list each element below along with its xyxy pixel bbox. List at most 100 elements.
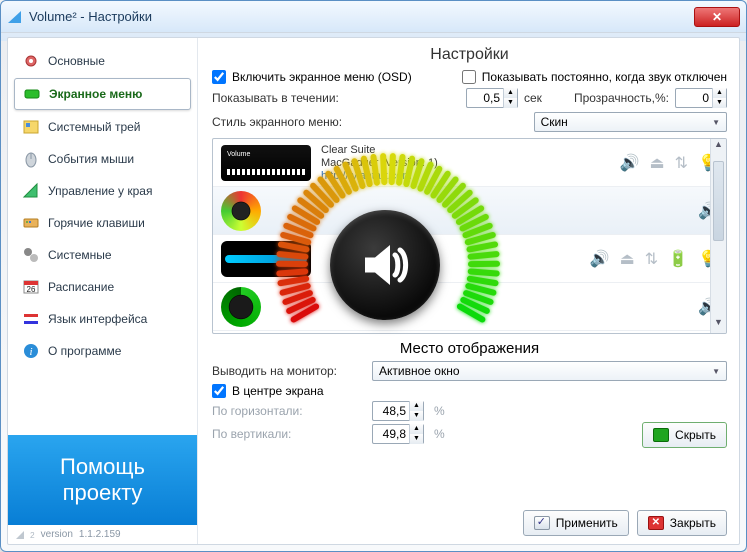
version-number: 1.1.2.159: [79, 529, 121, 540]
spin-down-icon[interactable]: ▼: [409, 434, 423, 444]
donate-label: Помощь проекту: [60, 454, 145, 507]
transparency-label: Прозрачность,%:: [574, 91, 669, 105]
sidebar-item-system[interactable]: Системные: [14, 240, 191, 270]
horiz-spinner[interactable]: ▲▼: [372, 401, 424, 421]
spin-up-icon[interactable]: ▲: [409, 401, 423, 411]
sidebar-item-language[interactable]: Язык интерфейса: [14, 304, 191, 334]
spin-down-icon[interactable]: ▼: [503, 98, 517, 108]
spin-up-icon[interactable]: ▲: [409, 424, 423, 434]
usb-icon: ⇅: [645, 249, 658, 269]
hide-icon: [653, 428, 669, 442]
settings-heading: Настройки: [212, 46, 727, 64]
sidebar-item-mouse[interactable]: События мыши: [14, 144, 191, 174]
sidebar-item-edge[interactable]: Управление у края: [14, 176, 191, 206]
skin-row[interactable]: 🔊⏏⇅🔋💡: [213, 235, 726, 283]
svg-text:i: i: [29, 346, 32, 358]
eject-icon: ⏏: [650, 153, 665, 173]
edge-icon: [22, 182, 40, 200]
spin-down-icon[interactable]: ▼: [712, 98, 726, 108]
window-close-button[interactable]: ✕: [694, 7, 740, 27]
apply-icon: [534, 516, 550, 530]
style-selected: Скин: [541, 115, 568, 129]
scroll-down-icon[interactable]: ▼: [711, 317, 726, 333]
spin-up-icon[interactable]: ▲: [503, 88, 517, 98]
scrollbar[interactable]: ▲ ▼: [710, 139, 726, 333]
sidebar-item-general[interactable]: Основные: [14, 46, 191, 76]
sidebar-item-schedule[interactable]: 26 Расписание: [14, 272, 191, 302]
sidebar-item-label: События мыши: [48, 152, 134, 166]
close-label: Закрыть: [670, 516, 716, 530]
donate-button[interactable]: Помощь проекту: [8, 435, 197, 525]
spin-up-icon[interactable]: ▲: [712, 88, 726, 98]
style-select[interactable]: Скин ▼: [534, 112, 727, 132]
transparency-input[interactable]: [676, 91, 712, 105]
spin-down-icon[interactable]: ▼: [409, 411, 423, 421]
duration-input[interactable]: [467, 91, 503, 105]
skin-url[interactable]: http:// viantart.com: [321, 170, 610, 182]
apply-button[interactable]: Применить: [523, 510, 629, 536]
checkbox-show-when-muted[interactable]: Показывать постоянно, когда звук отключе…: [462, 70, 727, 84]
percent-label: %: [434, 427, 445, 441]
percent-label: %: [434, 404, 445, 418]
skin-thumb: [221, 241, 311, 277]
duration-label: Показывать в течении:: [212, 91, 339, 105]
version-prefix: version: [41, 529, 73, 540]
transparency-spinner[interactable]: ▲▼: [675, 88, 727, 108]
skin-row[interactable]: 🔊: [213, 187, 726, 235]
style-label: Стиль экранного меню:: [212, 115, 342, 129]
skin-thumb: [221, 287, 261, 327]
hide-button[interactable]: Скрыть: [642, 422, 727, 448]
center-screen-input[interactable]: [212, 384, 226, 398]
close-button[interactable]: Закрыть: [637, 510, 727, 536]
system-icon: [22, 246, 40, 264]
close-icon: ✕: [712, 10, 722, 24]
vert-spinner[interactable]: ▲▼: [372, 424, 424, 444]
skin-sub: MacGadger (Version: 1): [321, 157, 610, 169]
about-icon: i: [22, 342, 40, 360]
main-panel: Настройки Включить экранное меню (OSD) П…: [198, 38, 739, 544]
duration-spinner[interactable]: ▲▼: [466, 88, 518, 108]
checkbox-enable-osd[interactable]: Включить экранное меню (OSD): [212, 70, 412, 84]
duration-unit: сек: [524, 91, 542, 105]
content: Основные Экранное меню Системный трей Со…: [7, 37, 740, 545]
sidebar-item-about[interactable]: i О программе: [14, 336, 191, 366]
monitor-select[interactable]: Активное окно ▼: [372, 361, 727, 381]
chevron-down-icon: ▼: [712, 118, 720, 127]
vert-input[interactable]: [373, 427, 409, 441]
horiz-input[interactable]: [373, 404, 409, 418]
version-icon: [16, 531, 24, 539]
version-footer: 2 version 1.1.2.159: [8, 525, 197, 544]
skin-thumb: [221, 191, 261, 231]
apply-label: Применить: [556, 516, 618, 530]
enable-osd-input[interactable]: [212, 70, 226, 84]
sidebar-item-label: О программе: [48, 344, 121, 358]
center-screen-label: В центре экрана: [232, 384, 324, 398]
sidebar-item-osd[interactable]: Экранное меню: [14, 78, 191, 110]
sidebar-item-tray[interactable]: Системный трей: [14, 112, 191, 142]
chevron-down-icon: ▼: [712, 367, 720, 376]
battery-icon: 🔋: [668, 249, 688, 269]
speaker-icon: 🔊: [590, 249, 610, 269]
show-when-muted-input[interactable]: [462, 70, 476, 84]
scroll-up-icon[interactable]: ▲: [711, 139, 726, 155]
sidebar-item-label: Основные: [48, 54, 105, 68]
skin-row[interactable]: 🔊: [213, 283, 726, 331]
sidebar-nav: Основные Экранное меню Системный трей Со…: [8, 38, 197, 374]
svg-text:26: 26: [27, 285, 36, 294]
eject-icon: ⏏: [620, 249, 635, 269]
skin-row[interactable]: Volume Clear Suite MacGadger (Version: 1…: [213, 139, 726, 187]
checkbox-center-screen[interactable]: В центре экрана: [212, 384, 324, 398]
scroll-thumb[interactable]: [713, 161, 724, 241]
sidebar-item-label: Системные: [48, 248, 112, 262]
monitor-selected: Активное окно: [379, 364, 460, 378]
version-mark: 2: [30, 530, 35, 540]
horiz-label: По горизонтали:: [212, 404, 362, 418]
skin-thumb: Volume: [221, 145, 311, 181]
window-title: Volume² - Настройки: [29, 9, 152, 24]
skin-name: Clear Suite: [321, 144, 610, 156]
sidebar-item-label: Расписание: [48, 280, 114, 294]
sidebar-item-hotkeys[interactable]: Горячие клавиши: [14, 208, 191, 238]
sidebar-item-label: Экранное меню: [49, 87, 142, 101]
tray-icon: [22, 118, 40, 136]
button-bar: Применить Закрыть: [523, 510, 727, 536]
